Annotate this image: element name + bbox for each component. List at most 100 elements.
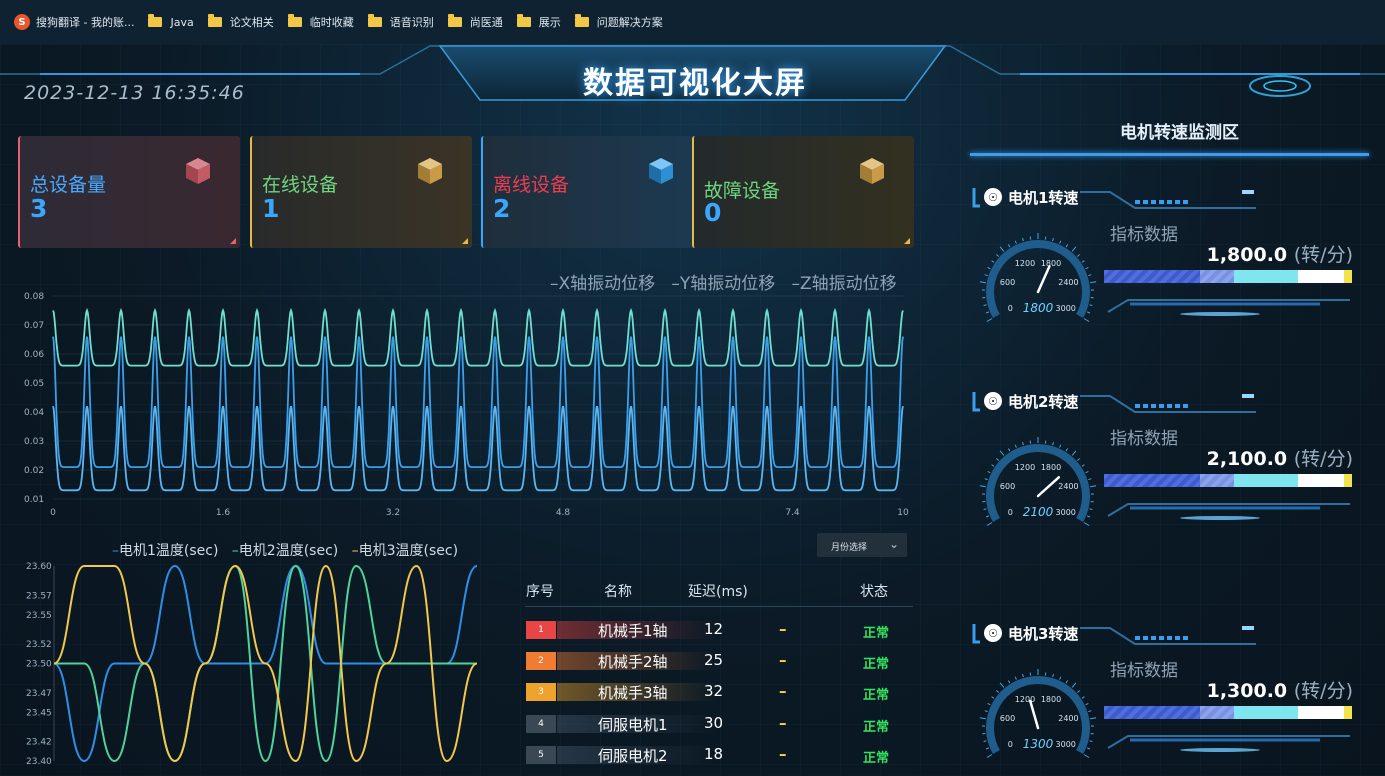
gauge-tick <box>996 255 998 257</box>
table-row[interactable]: 2 机械手2轴 25 – 正常 <box>525 649 913 673</box>
table-header-delay: 延迟(ms) <box>688 581 748 601</box>
folder-icon <box>208 17 222 27</box>
bookmark-item[interactable]: 尚医通 <box>448 10 503 34</box>
gauge-tick <box>1082 697 1084 699</box>
motor-title: 电机3转速 <box>1008 623 1078 644</box>
row-trend: – <box>779 651 787 669</box>
bar-segment <box>1344 706 1352 719</box>
gauge-value: 2100 <box>1023 505 1054 519</box>
stat-card-offline[interactable]: 离线设备 2 <box>481 136 703 248</box>
bar-segment <box>1200 474 1234 487</box>
bar-segment <box>1200 706 1234 719</box>
gauge-tick <box>1060 445 1061 448</box>
gauge-tick <box>1066 449 1068 452</box>
bookmark-item[interactable]: S搜狗翻译 - 我的账... <box>14 10 134 34</box>
row-delay: 12 <box>704 620 723 638</box>
bookmark-item[interactable]: 问题解决方案 <box>575 10 663 34</box>
datetime: 2023-12-13 16:35:46 <box>24 82 245 104</box>
gauge-tick <box>1077 691 1079 693</box>
row-trend: – <box>779 714 787 732</box>
y-tick-label: 0.01 <box>24 495 44 505</box>
stat-card-online[interactable]: 在线设备 1 <box>250 136 472 248</box>
table-divider <box>525 606 913 607</box>
gauge-tick <box>992 697 994 699</box>
gauge-tick <box>1072 451 1076 456</box>
x-tick-label: 4.8 <box>556 508 571 518</box>
motor-title: 电机2转速 <box>1008 391 1078 412</box>
stat-card-total[interactable]: 总设备量 3 <box>18 136 240 248</box>
gauge-tick-label: 600 <box>1000 482 1015 491</box>
gauge-tick <box>1066 681 1068 684</box>
gauge-tick <box>986 312 989 313</box>
gauge-tick-label: 1200 <box>1015 695 1035 704</box>
row-trend: – <box>779 745 787 763</box>
row-status: 正常 <box>863 622 889 641</box>
bookmark-item[interactable]: 语音识别 <box>368 10 434 34</box>
bookmark-item[interactable]: 论文相关 <box>208 10 274 34</box>
row-name: 伺服电机2 <box>598 745 668 766</box>
gauge-tick <box>1089 509 1092 510</box>
gauge-tick <box>987 755 992 758</box>
bar-segment <box>1104 706 1200 719</box>
x-tick-label: 10 <box>897 508 909 518</box>
gauge-tick <box>1023 442 1024 445</box>
bookmark-label: 语音识别 <box>390 14 434 30</box>
month-select[interactable]: 月份选择 ⌄ <box>817 533 907 557</box>
row-trend: – <box>779 682 787 700</box>
row-status: 正常 <box>863 684 889 703</box>
table-row[interactable]: 1 机械手1轴 12 – 正常 <box>525 618 913 642</box>
motor-panel: ☉电机3转速指标数据1,300.0 (转/分)06001200180024003… <box>970 620 1369 775</box>
bookmarks-bar: S搜狗翻译 - 我的账... Java 论文相关 临时收藏 语音识别 尚医通 展… <box>0 0 1385 45</box>
bookmark-item[interactable]: Java <box>148 10 193 34</box>
gauge-tick <box>1089 305 1092 306</box>
motor-speed-value: 1,300.0 (转/分) <box>1207 676 1353 703</box>
row-delay: 18 <box>704 745 723 763</box>
y-tick-label: 23.47 <box>26 689 52 699</box>
gauge-needle <box>1038 266 1049 292</box>
sogou-icon: S <box>14 14 30 30</box>
gauge-value: 1800 <box>1023 301 1054 315</box>
month-select-label: 月份选择 <box>831 540 867 553</box>
bar-segment <box>1200 270 1234 283</box>
stat-label: 在线设备 <box>262 170 338 197</box>
gauge-tick-label: 0 <box>1008 740 1013 749</box>
speed-gauge: 060012001800240030002100 <box>978 424 1098 544</box>
gauge-tick <box>996 459 998 461</box>
table-row[interactable]: 4 伺服电机1 30 – 正常 <box>525 712 913 736</box>
speed-unit: (转/分) <box>1294 244 1353 266</box>
gauge-tick <box>1008 245 1010 248</box>
gauge-tick-label: 3000 <box>1056 304 1076 313</box>
y-tick-label: 0.07 <box>24 321 44 331</box>
bar-segment <box>1234 270 1298 283</box>
bar-segment <box>1298 270 1344 283</box>
stat-label: 离线设备 <box>493 170 569 197</box>
gauge-tick <box>1087 748 1090 749</box>
motor-panel: ☉电机1转速指标数据1,800.0 (转/分)06001200180024003… <box>970 184 1369 364</box>
stat-value: 3 <box>30 194 47 223</box>
bookmark-item[interactable]: 临时收藏 <box>288 10 354 34</box>
gauge-tick <box>985 479 988 480</box>
y-tick-label: 23.57 <box>26 591 52 601</box>
gauge-tick-label: 1800 <box>1041 695 1061 704</box>
stat-card-fault[interactable]: 故障设备 0 <box>692 136 914 248</box>
y-tick-label: 0.06 <box>24 350 44 360</box>
table-row[interactable]: 3 机械手3轴 32 – 正常 <box>525 680 913 704</box>
gauge-value: 1300 <box>1023 737 1054 751</box>
table-row[interactable]: 5 伺服电机2 18 – 正常 <box>525 743 913 767</box>
y-tick-label: 23.60 <box>26 562 52 572</box>
rank-badge: 2 <box>526 652 556 670</box>
y-tick-label: 0.05 <box>24 379 44 389</box>
gauge-tick <box>1015 445 1016 448</box>
cube-icon <box>412 154 446 188</box>
gauge-tick <box>1087 516 1090 517</box>
rank-badge: 4 <box>526 715 556 733</box>
gauge-tick <box>986 748 989 749</box>
row-name: 伺服电机1 <box>598 714 668 735</box>
row-delay: 25 <box>704 651 723 669</box>
series-line <box>53 406 903 490</box>
bookmark-label: 展示 <box>539 14 561 30</box>
bar-frame <box>1100 726 1355 756</box>
bookmark-item[interactable]: 展示 <box>517 10 561 34</box>
motor-panel: ☉电机2转速指标数据2,100.0 (转/分)06001200180024003… <box>970 388 1369 568</box>
vibration-chart: 0.010.020.030.040.050.060.070.0801.63.24… <box>0 284 930 524</box>
